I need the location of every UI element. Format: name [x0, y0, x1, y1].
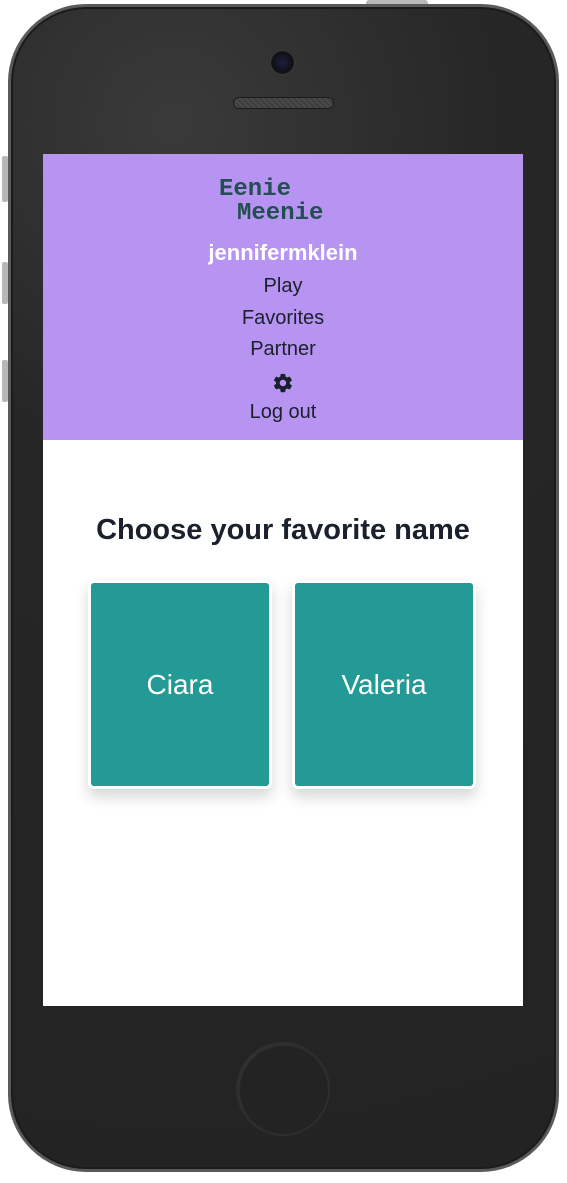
name-choice-label: Valeria — [341, 668, 427, 700]
gear-icon[interactable] — [272, 372, 294, 394]
page-title: Choose your favorite name — [96, 514, 470, 546]
app-logo[interactable]: Eenie Meenie — [219, 178, 359, 226]
logout-link[interactable]: Log out — [43, 401, 523, 424]
logo-line-2: Meenie — [237, 200, 324, 227]
username-label: jennifermklein — [208, 240, 358, 265]
name-choice-card-valeria[interactable]: Valeria — [292, 580, 476, 789]
nav-link-favorites[interactable]: Favorites — [43, 307, 523, 330]
name-choice-card-ciara[interactable]: Ciara — [88, 580, 272, 789]
nav-link-partner[interactable]: Partner — [43, 338, 523, 361]
front-camera — [270, 50, 295, 75]
device-frame-stage: Eenie Meenie jennifermklein Play Favorit… — [0, 0, 567, 1183]
logo-line-1: Eenie — [219, 176, 292, 203]
home-button[interactable] — [236, 1042, 330, 1136]
main-content: Choose your favorite name Ciara Valeria — [43, 440, 523, 1006]
earpiece-speaker — [233, 97, 334, 109]
name-choice-label: Ciara — [146, 668, 214, 700]
nav-link-play[interactable]: Play — [43, 275, 523, 298]
app-header: Eenie Meenie jennifermklein Play Favorit… — [43, 154, 523, 440]
phone-screen: Eenie Meenie jennifermklein Play Favorit… — [43, 154, 523, 1006]
